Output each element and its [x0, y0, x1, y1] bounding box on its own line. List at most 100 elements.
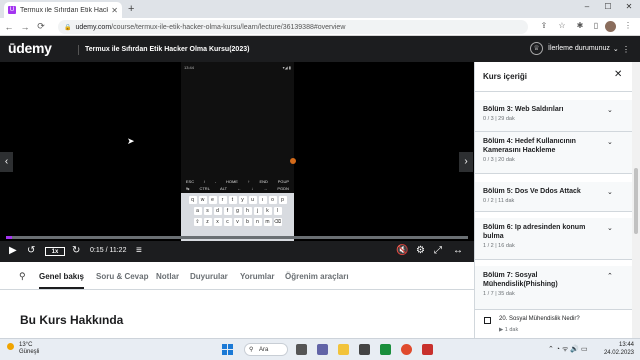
keyboard-key: x: [213, 218, 222, 226]
keyboard-key: h: [243, 207, 252, 215]
sidebar-scrollbar[interactable]: [632, 62, 640, 338]
rewind-5s-icon[interactable]: ↺: [27, 245, 35, 257]
termux-extra-key: ↑: [247, 179, 250, 184]
section-title: Bölüm 7: Sosyal Mühendislik(Phishing): [483, 272, 558, 288]
section-6[interactable]: Bölüm 6: Ip adresinden konum bulma 1 / 2…: [475, 218, 632, 260]
profile-avatar[interactable]: [605, 21, 616, 32]
termux-extra-key: ESC: [185, 179, 195, 184]
lecture-item[interactable]: 20. Sosyal Mühendislik Nedir? ▶ 1 dak: [475, 310, 632, 338]
tab-announcements[interactable]: Duyurular: [190, 272, 228, 281]
sidebar-panel-icon[interactable]: ▯: [590, 21, 602, 30]
more-options-icon[interactable]: ⋮: [622, 45, 630, 54]
video-seek-bar[interactable]: [6, 236, 468, 239]
section-meta: 1 / 2 | 16 dak: [483, 243, 515, 249]
extensions-icon[interactable]: ✱: [574, 21, 586, 30]
system-tray[interactable]: ⌃ ◔ ᯤ 🔊 ▭: [548, 345, 588, 354]
keyboard-key: o: [268, 196, 277, 204]
progress-label: İlerleme durumunuz: [548, 45, 610, 52]
keyboard-key: b: [243, 218, 252, 226]
close-tab-icon[interactable]: ✕: [111, 6, 118, 15]
section-5[interactable]: Bölüm 5: Dos Ve Ddos Attack 0 / 2 | 11 d…: [475, 182, 632, 212]
termux-extra-key: HOME: [225, 179, 238, 184]
progress-dropdown[interactable]: ♕ İlerleme durumunuz ⌄: [530, 42, 619, 55]
scrollbar-thumb[interactable]: [634, 168, 638, 234]
windows-start-icon[interactable]: [222, 344, 233, 355]
keyboard-key: e: [208, 196, 217, 204]
tab-overview[interactable]: Genel bakış: [39, 272, 84, 281]
search-icon[interactable]: ⚲: [19, 271, 26, 282]
new-tab-button[interactable]: +: [128, 3, 134, 15]
bookmark-star-icon[interactable]: ☆: [556, 21, 568, 30]
sun-icon: [7, 343, 14, 350]
app-icon-2[interactable]: [380, 344, 391, 355]
keyboard-key: u: [248, 196, 257, 204]
keyboard-key: s: [203, 207, 212, 215]
reload-icon[interactable]: ⟳: [34, 21, 48, 32]
keyboard-row-1: qwertyuıop: [181, 196, 294, 204]
weather-condition: Güneşli: [19, 349, 40, 355]
section-4[interactable]: Bölüm 4: Hedef Kullanıcının Kamerasını H…: [475, 132, 632, 174]
url-domain: udemy.com: [75, 23, 112, 31]
forward-5s-icon[interactable]: ↻: [72, 245, 80, 257]
section-3[interactable]: Bölüm 3: Web Saldırıları 0 / 3 | 29 dak …: [475, 100, 632, 132]
volume-mute-icon[interactable]: 🔇: [396, 245, 408, 257]
section-7[interactable]: Bölüm 7: Sosyal Mühendislik(Phishing) 1 …: [475, 266, 632, 310]
fullscreen-icon[interactable]: ⤢: [434, 245, 442, 257]
udemy-logo[interactable]: ūdemy: [8, 40, 52, 56]
chevron-down-icon: ⌄: [607, 139, 613, 146]
maximize-window-button[interactable]: ☐: [601, 2, 615, 11]
course-header: ūdemy Termux ile Sıfırdan Etik Hacker Ol…: [0, 36, 640, 62]
keyboard-key: v: [233, 218, 242, 226]
task-view-icon[interactable]: [296, 344, 307, 355]
video-controls: ▶ ↺ 1x ↻ 0:15 / 11:22 ≡ 🔇 ⚙ ⤢ ↔: [0, 241, 474, 262]
weather-widget[interactable]: 13°C Güneşli: [7, 342, 40, 356]
file-explorer-icon[interactable]: [338, 344, 349, 355]
termux-extra-key: →: [263, 186, 268, 191]
previous-lecture-button[interactable]: ‹: [0, 152, 13, 172]
minimize-window-button[interactable]: –: [580, 2, 594, 11]
termux-extra-key: PGDN: [277, 186, 289, 191]
app-icon-3[interactable]: [422, 344, 433, 355]
termux-extra-key: ALT: [220, 186, 228, 191]
section-meta: 0 / 3 | 29 dak: [483, 116, 515, 122]
section-meta: 0 / 3 | 20 dak: [483, 157, 515, 163]
forward-arrow-icon[interactable]: →: [18, 22, 32, 32]
tab-reviews[interactable]: Yorumlar: [240, 272, 275, 281]
lecture-complete-checkbox[interactable]: [484, 317, 491, 324]
chevron-down-icon: ⌄: [607, 225, 613, 232]
sidebar-header: Kurs içeriği: [475, 62, 632, 92]
close-sidebar-icon[interactable]: ✕: [614, 69, 622, 80]
phone-status-icons: ▾◢ ▮: [282, 65, 291, 70]
close-window-button[interactable]: ✕: [622, 2, 636, 11]
expand-view-icon[interactable]: ↔: [453, 245, 463, 257]
add-note-icon[interactable]: ≡: [136, 245, 142, 257]
termux-extra-key: ↹: [186, 186, 190, 191]
termux-extra-keys-row-1: ESC / - HOME ↑ END PGUP: [181, 179, 294, 184]
browser-tab[interactable]: U Termux ile Sıfırdan Etik Hacker Ol ✕: [4, 2, 122, 18]
tab-qa[interactable]: Soru & Cevap: [96, 272, 148, 281]
chrome-icon[interactable]: [401, 344, 412, 355]
url-field[interactable]: 🔒 udemy.com/course/termux-ile-etik-hacke…: [58, 20, 528, 34]
browser-menu-icon[interactable]: ⋮: [622, 21, 634, 30]
app-icon-1[interactable]: [359, 344, 370, 355]
taskbar-search[interactable]: ⚲ Ara: [244, 343, 288, 356]
play-icon[interactable]: ▶: [9, 245, 17, 257]
lecture-title: 20. Sosyal Mühendislik Nedir?: [499, 316, 580, 322]
keyboard-key: f: [223, 207, 232, 215]
tab-notes[interactable]: Notlar: [156, 272, 179, 281]
taskbar-clock[interactable]: 13:44 24.02.2023: [598, 341, 634, 357]
chevron-down-icon: ⌄: [607, 107, 613, 114]
next-lecture-button[interactable]: ›: [459, 152, 473, 172]
about-heading: Bu Kurs Hakkında: [20, 313, 124, 327]
keyboard-key: m: [263, 218, 272, 226]
tab-learning-tools[interactable]: Öğrenim araçları: [285, 272, 349, 281]
course-title[interactable]: Termux ile Sıfırdan Etik Hacker Olma Kur…: [78, 45, 249, 55]
playback-rate-button[interactable]: 1x: [45, 247, 65, 256]
termux-extra-key: CTRL: [199, 186, 210, 191]
share-icon[interactable]: ⇪: [538, 21, 550, 30]
chevron-down-icon: ⌄: [607, 189, 613, 196]
recording-indicator: [290, 158, 296, 164]
teams-chat-icon[interactable]: [317, 344, 328, 355]
settings-gear-icon[interactable]: ⚙: [416, 245, 425, 257]
back-arrow-icon[interactable]: ←: [2, 22, 16, 32]
